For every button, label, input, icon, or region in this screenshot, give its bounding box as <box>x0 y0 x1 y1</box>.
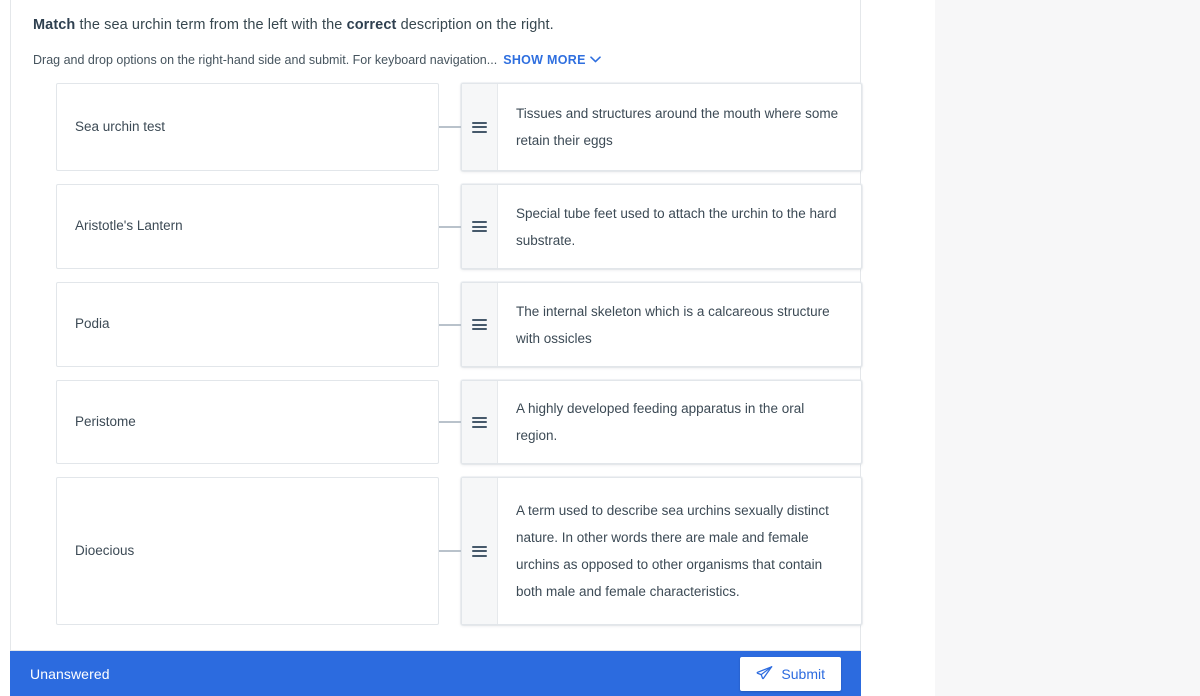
drag-handle-icon <box>472 543 487 559</box>
term-label: Peristome <box>75 413 136 429</box>
answer-description: A term used to describe sea urchins sexu… <box>516 503 829 599</box>
page-root: Match the sea urchin term from the left … <box>0 0 1200 696</box>
match-row: Dioecious A term used to describe sea urc… <box>11 477 862 625</box>
answer-card[interactable]: Tissues and structures around the mouth … <box>461 83 862 171</box>
answer-description: The internal skeleton which is a calcare… <box>516 303 830 346</box>
drag-handle[interactable] <box>462 283 498 366</box>
answer-description: Special tube feet used to attach the urc… <box>516 205 837 248</box>
row-connector <box>439 477 461 625</box>
answer-description: Tissues and structures around the mouth … <box>516 106 839 148</box>
term-card: Dioecious <box>56 477 439 625</box>
drag-handle[interactable] <box>462 185 498 268</box>
submit-button[interactable]: Submit <box>740 656 841 691</box>
row-connector <box>439 184 461 269</box>
term-card: Aristotle's Lantern <box>56 184 439 269</box>
footer-bar: Unanswered Submit <box>10 651 861 696</box>
drag-handle-icon <box>472 219 487 235</box>
answer-description: A highly developed feeding apparatus in … <box>516 401 805 443</box>
answer-body: A term used to describe sea urchins sexu… <box>498 478 861 624</box>
match-row: Aristotle's Lantern Special tube feet use… <box>11 184 862 269</box>
match-row: Sea urchin test Tissues and structures ar… <box>11 83 862 171</box>
prompt-text-2: description on the right. <box>396 17 554 33</box>
answer-body: The internal skeleton which is a calcare… <box>498 283 861 366</box>
question-instructions: Drag and drop options on the right-hand … <box>11 37 860 70</box>
chevron-down-icon <box>589 56 601 63</box>
drag-handle[interactable] <box>462 381 498 463</box>
match-rows: Sea urchin test Tissues and structures ar… <box>11 83 862 638</box>
answer-card[interactable]: A term used to describe sea urchins sexu… <box>461 477 862 625</box>
answer-card[interactable]: The internal skeleton which is a calcare… <box>461 282 862 367</box>
drag-handle-icon <box>472 317 487 333</box>
term-card: Sea urchin test <box>56 83 439 171</box>
term-card: Peristome <box>56 380 439 464</box>
drag-handle[interactable] <box>462 84 498 170</box>
show-more-link[interactable]: SHOW MORE <box>503 53 601 67</box>
drag-handle[interactable] <box>462 478 498 624</box>
term-label: Sea urchin test <box>75 118 166 134</box>
submit-label: Submit <box>781 665 825 682</box>
answer-body: Tissues and structures around the mouth … <box>498 84 861 170</box>
show-more-label: SHOW MORE <box>503 52 586 67</box>
prompt-emphasis-match: Match <box>33 17 76 33</box>
prompt-text-1: the sea urchin term from the left with t… <box>75 17 347 33</box>
prompt-emphasis-correct: correct <box>346 17 397 33</box>
row-connector <box>439 380 461 464</box>
term-label: Dioecious <box>75 542 135 558</box>
question-card: Match the sea urchin term from the left … <box>10 0 862 651</box>
match-row: Peristome A highly developed feeding appa… <box>11 380 862 464</box>
drag-handle-icon <box>472 414 487 430</box>
term-label: Podia <box>75 316 110 332</box>
send-paper-plane-icon <box>757 666 773 680</box>
term-label: Aristotle's Lantern <box>75 218 183 234</box>
instructions-text: Drag and drop options on the right-hand … <box>33 52 498 67</box>
row-connector <box>439 83 461 171</box>
answer-card[interactable]: Special tube feet used to attach the urc… <box>461 184 862 269</box>
answer-card[interactable]: A highly developed feeding apparatus in … <box>461 380 862 464</box>
term-card: Podia <box>56 282 439 367</box>
answer-body: A highly developed feeding apparatus in … <box>498 381 861 463</box>
match-row: Podia The internal skeleton which is a ca… <box>11 282 862 367</box>
question-prompt: Match the sea urchin term from the left … <box>11 0 860 37</box>
right-empty-pane <box>935 0 1200 696</box>
drag-handle-icon <box>472 119 487 135</box>
answer-body: Special tube feet used to attach the urc… <box>498 185 861 268</box>
status-badge: Unanswered <box>30 665 110 682</box>
row-connector <box>439 282 461 367</box>
